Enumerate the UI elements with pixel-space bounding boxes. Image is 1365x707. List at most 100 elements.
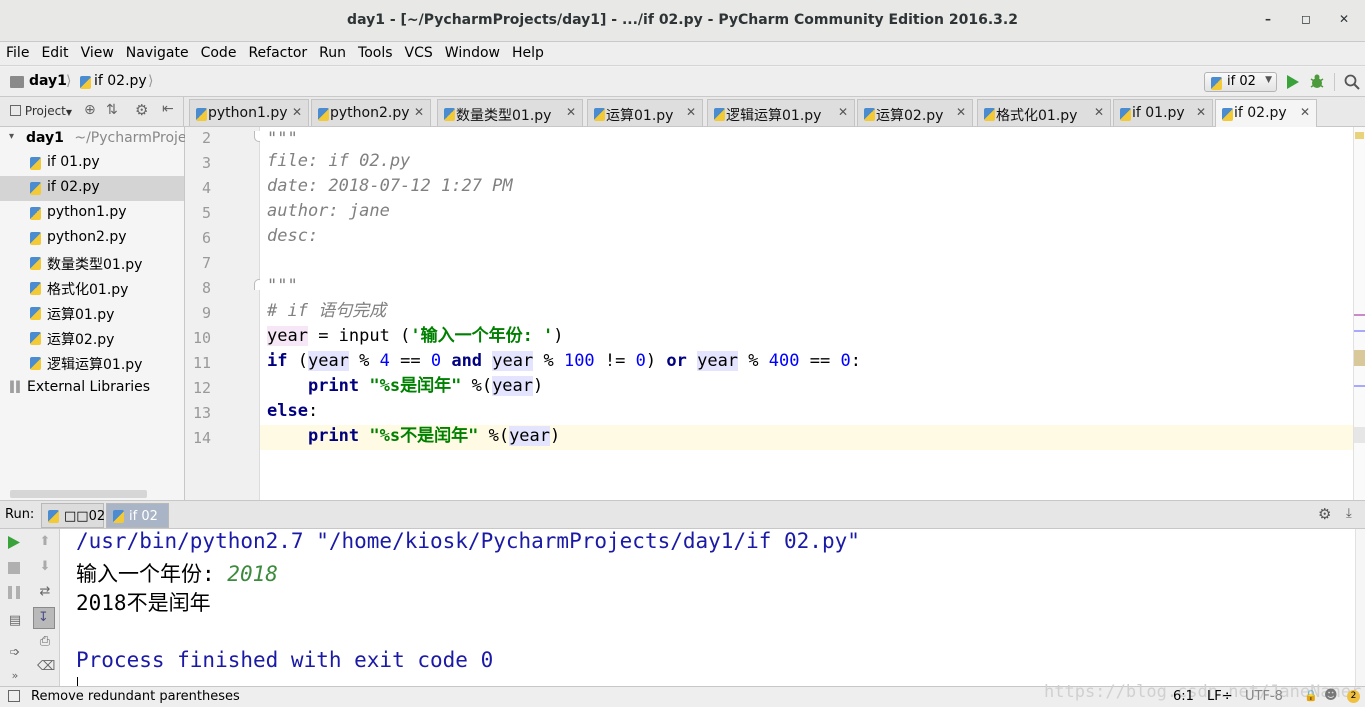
close-icon[interactable]: ✕	[956, 105, 966, 119]
maximize-button[interactable]: ◻	[1296, 12, 1316, 30]
python-file-icon	[30, 207, 41, 220]
chevron-down-icon[interactable]: ▾	[9, 131, 14, 142]
run-tab-active[interactable]: if 02	[106, 503, 169, 528]
search-icon[interactable]	[1344, 74, 1360, 90]
pause-icon[interactable]	[8, 586, 20, 599]
scroll-from-source-icon[interactable]: ⊕	[84, 102, 96, 118]
tool-window-toggle-icon[interactable]	[8, 690, 20, 702]
tree-external-libraries[interactable]: ‖‖ External Libraries	[0, 376, 184, 401]
close-icon[interactable]: ✕	[838, 105, 848, 119]
run-configuration-select[interactable]: if 02 ▼	[1204, 72, 1277, 92]
gear-icon[interactable]: ⚙	[135, 101, 148, 119]
event-log-badge[interactable]: 2	[1347, 690, 1360, 703]
tree-file-item[interactable]: python1.py	[0, 201, 184, 226]
usage-marker[interactable]	[1354, 350, 1365, 366]
close-icon[interactable]: ✕	[414, 105, 424, 119]
up-arrow-icon[interactable]: ⬆	[37, 534, 53, 550]
stop-icon[interactable]	[8, 562, 20, 574]
close-icon[interactable]: ✕	[1300, 105, 1310, 119]
menu-code[interactable]: Code	[195, 42, 243, 61]
close-icon[interactable]: ✕	[292, 105, 302, 119]
code-line: desc:	[267, 226, 319, 246]
tab-if01[interactable]: if 01.py ✕	[1113, 99, 1213, 126]
breadcrumb-file[interactable]: if 02.py	[94, 73, 147, 89]
menu-run[interactable]: Run	[313, 42, 352, 61]
close-icon[interactable]: ✕	[686, 105, 696, 119]
soft-wrap-icon[interactable]: ⇄	[37, 584, 53, 600]
usage-marker[interactable]	[1354, 330, 1365, 332]
tree-file-item[interactable]: 运算02.py	[0, 326, 184, 351]
code-token: )	[553, 326, 564, 346]
restore-layout-icon[interactable]: ▤	[7, 613, 23, 629]
tree-file-item[interactable]: if 02.py	[0, 176, 184, 201]
tree-file-item[interactable]: 运算01.py	[0, 301, 184, 326]
code-editor[interactable]: """ file: if 02.py date: 2018-07-12 1:27…	[260, 127, 1353, 500]
console-scrollbar[interactable]	[1355, 529, 1365, 686]
breadcrumb-project[interactable]: day1	[29, 73, 67, 89]
trash-icon[interactable]: ⌫	[37, 659, 55, 675]
console-output-line: 2018不是闰年	[76, 591, 211, 615]
chevron-down-icon[interactable]: ▼	[66, 108, 72, 117]
code-token: )	[645, 351, 667, 371]
file-encoding[interactable]: UTF-8	[1245, 689, 1283, 704]
tab-python1[interactable]: python1.py ✕	[189, 99, 309, 126]
close-icon[interactable]: ✕	[566, 105, 576, 119]
lock-icon[interactable]: 🔒	[1304, 689, 1318, 702]
tree-file-item[interactable]: python2.py	[0, 226, 184, 251]
tab-yunsuan02[interactable]: 运算02.py ✕	[857, 99, 973, 126]
code-line: print "%s是闰年" %(year)	[267, 374, 543, 399]
minimize-button[interactable]: –	[1258, 12, 1278, 30]
menu-edit[interactable]: Edit	[35, 42, 74, 61]
tree-root[interactable]: ▾ day1 ~/PycharmProject	[0, 127, 200, 152]
horizontal-scrollbar[interactable]	[10, 490, 147, 498]
tab-luojiyunsuan01[interactable]: 逻辑运算01.py ✕	[707, 99, 855, 126]
gear-icon[interactable]: ⚙	[1318, 505, 1331, 523]
hide-panel-icon[interactable]: ⇤	[162, 101, 174, 117]
more-icon[interactable]: »	[7, 669, 23, 685]
tab-shuliangleixing01[interactable]: 数量类型01.py ✕	[437, 99, 583, 126]
down-arrow-icon[interactable]: ⬇	[37, 559, 53, 575]
tab-python2[interactable]: python2.py ✕	[311, 99, 431, 126]
scroll-to-end-button[interactable]: ↧	[33, 607, 55, 629]
tab-geshihua01[interactable]: 格式化01.py ✕	[977, 99, 1111, 126]
tree-file-label: if 02.py	[47, 179, 100, 195]
debug-icon[interactable]	[1309, 73, 1325, 91]
menu-tools[interactable]: Tools	[352, 42, 399, 61]
close-icon[interactable]: ✕	[1094, 105, 1104, 119]
usage-marker[interactable]	[1354, 385, 1365, 387]
project-panel-label[interactable]: Project	[25, 104, 66, 118]
pin-icon[interactable]: ➩	[7, 645, 23, 661]
hide-panel-icon[interactable]: ⤓	[1346, 506, 1352, 521]
close-icon[interactable]: ✕	[1196, 105, 1206, 119]
menu-file[interactable]: File	[0, 42, 35, 61]
warning-marker[interactable]	[1355, 132, 1364, 139]
tree-file-item[interactable]: 逻辑运算01.py	[0, 351, 184, 376]
print-icon[interactable]: ⎙	[37, 634, 53, 650]
menu-navigate[interactable]: Navigate	[120, 42, 195, 61]
scrollbar-thumb[interactable]	[1354, 427, 1365, 443]
run-console[interactable]: /usr/bin/python2.7 "/home/kiosk/PycharmP…	[60, 529, 1355, 687]
tree-file-item[interactable]: 数量类型01.py	[0, 251, 184, 276]
menu-view[interactable]: View	[75, 42, 120, 61]
tab-if02[interactable]: if 02.py ✕	[1215, 99, 1317, 127]
collapse-all-icon[interactable]: ⇅	[106, 102, 118, 118]
menu-refactor[interactable]: Refactor	[242, 42, 313, 61]
menu-help[interactable]: Help	[506, 42, 550, 61]
tree-file-item[interactable]: 格式化01.py	[0, 276, 184, 301]
close-window-button[interactable]: ✕	[1334, 12, 1354, 30]
line-separator[interactable]: LF÷	[1207, 689, 1233, 704]
editor-marker-stripe[interactable]	[1353, 127, 1365, 500]
menu-window[interactable]: Window	[439, 42, 506, 61]
run-icon[interactable]	[1286, 74, 1300, 90]
tab-yunsuan01[interactable]: 运算01.py ✕	[587, 99, 703, 126]
rerun-icon[interactable]	[7, 535, 21, 550]
usage-marker[interactable]	[1354, 314, 1365, 316]
caret-position[interactable]: 6:1	[1173, 689, 1194, 704]
menu-vcs[interactable]: VCS	[399, 42, 439, 61]
run-tab[interactable]: □□02	[41, 503, 105, 528]
code-line: # if 语句完成	[267, 301, 387, 321]
tree-file-item[interactable]: if 01.py	[0, 151, 184, 176]
code-token: year	[697, 351, 739, 371]
inspector-icon[interactable]: ☻	[1324, 688, 1338, 703]
